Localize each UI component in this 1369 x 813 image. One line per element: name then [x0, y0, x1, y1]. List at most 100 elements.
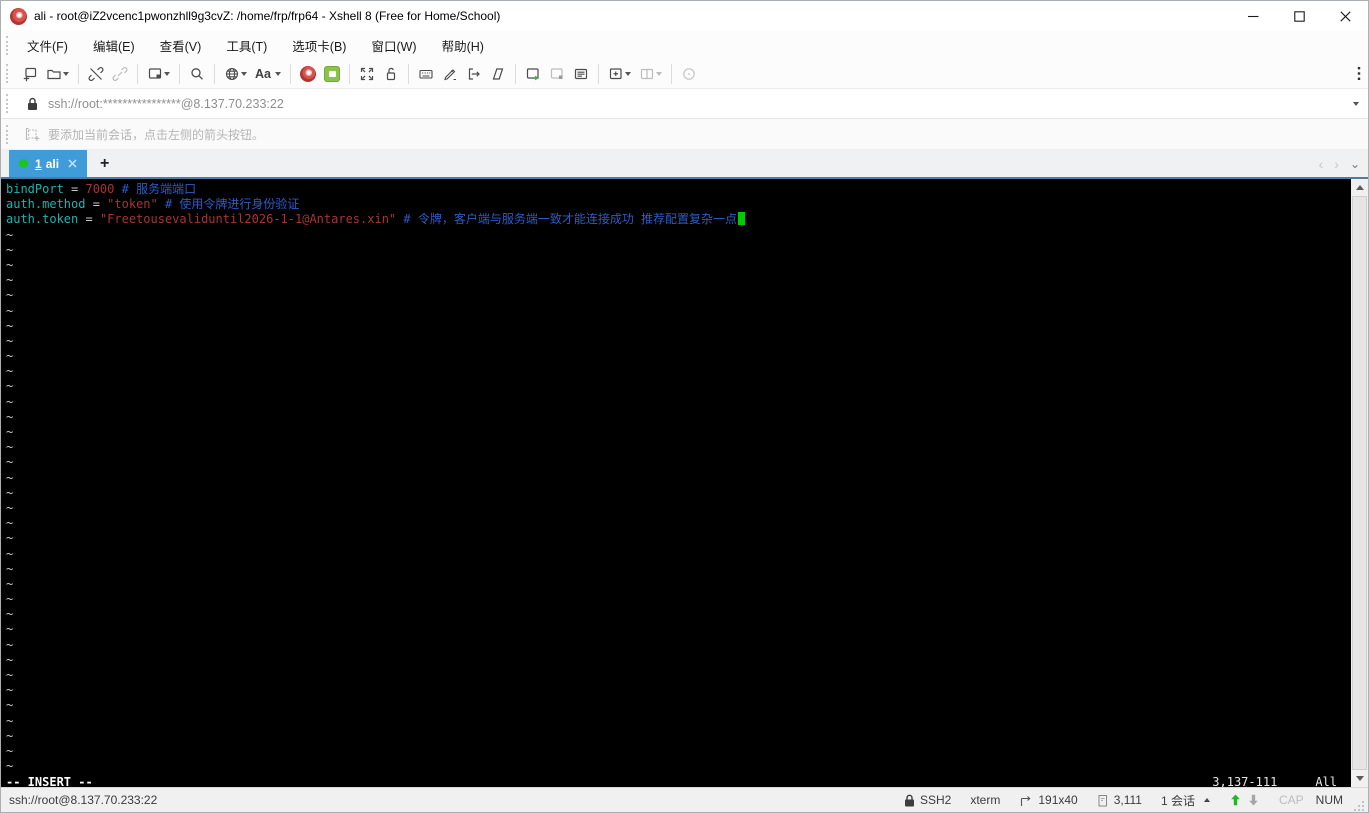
tab-number: 1 [35, 156, 42, 171]
toolbar-overflow-icon[interactable] [1354, 62, 1364, 86]
encoding-dropdown-icon[interactable] [241, 71, 247, 76]
toolbar-separator [407, 63, 409, 84]
toolbar-separator [78, 63, 79, 84]
fullscreen-icon[interactable] [356, 62, 378, 86]
new-session-dropdown-icon[interactable] [164, 71, 170, 76]
refresh-icon [678, 62, 700, 86]
vim-tilde-line: ~ [6, 333, 14, 348]
menu-file[interactable]: 文件(F) [18, 32, 77, 59]
vim-tilde-line: ~ [6, 349, 14, 364]
title-bar: ali - root@iZ2vcenc1pwonzhll9g3cvZ: /hom… [1, 1, 1368, 31]
download-arrow-icon [1249, 794, 1258, 806]
tab-list-dropdown-icon[interactable]: ⌄ [1350, 158, 1360, 170]
vim-tilde-line: ~ [6, 728, 14, 743]
address-input[interactable]: ssh://root:****************@8.137.70.233… [48, 97, 1352, 111]
terminal-line: auth.method = "token" # 使用令牌进行身份验证 [6, 197, 300, 212]
find-icon[interactable] [186, 62, 208, 86]
vim-tilde-line: ~ [6, 318, 14, 333]
hint-text: 要添加当前会话，点击左侧的箭头按钮。 [48, 127, 265, 142]
terminal-line: auth.token = "Freetousevaliduntil2026-1-… [6, 212, 1351, 227]
upload-arrow-icon [1231, 794, 1240, 806]
highlight-set-icon[interactable] [439, 62, 461, 86]
vim-mode: -- INSERT -- [6, 775, 93, 787]
session-properties-list-icon[interactable] [570, 62, 592, 86]
new-window-dropdown-icon[interactable] [624, 71, 631, 76]
hintbar-drag-grip[interactable] [6, 124, 12, 144]
menu-window[interactable]: 窗口(W) [362, 32, 425, 59]
vim-tilde-line: ~ [6, 242, 14, 257]
terminal-scrollbar[interactable] [1351, 179, 1368, 787]
addressbar-drag-grip[interactable] [6, 94, 12, 113]
disconnect-icon[interactable] [85, 62, 107, 86]
size-icon [1021, 795, 1031, 806]
reconnect-icon[interactable] [109, 62, 131, 86]
vim-tilde-line: ~ [6, 455, 14, 470]
tab-bar: 1 ali + ‹ › ⌄ [1, 150, 1368, 179]
vim-tilde-line: ~ [6, 607, 14, 622]
vim-tilde-line: ~ [6, 698, 14, 713]
menu-view[interactable]: 查看(V) [151, 32, 211, 59]
menubar-drag-grip[interactable] [6, 35, 12, 55]
toolbar-separator [137, 63, 138, 84]
vim-tilde-line: ~ [6, 759, 14, 774]
terminal-size-item: 191x40 [1019, 793, 1078, 807]
vim-tilde-line: ~ [6, 425, 14, 439]
encoding-globe-icon[interactable] [221, 62, 250, 86]
toolbar-drag-grip[interactable] [6, 64, 12, 83]
menu-bar: 文件(F) 编辑(E) 查看(V) 工具(T) 选项卡(B) 窗口(W) 帮助(… [1, 31, 1368, 59]
terminal-screen[interactable]: bindPort = 7000 # 服务端端口 auth.method = "to… [1, 179, 1368, 787]
toolbar: Aa [1, 59, 1368, 89]
vim-tilde-line: ~ [6, 637, 14, 652]
open-session-dropdown-icon[interactable] [63, 71, 69, 76]
vim-tilde-line: ~ [6, 379, 14, 394]
run-script-icon[interactable] [487, 62, 509, 86]
xftp-logo-icon[interactable] [321, 62, 343, 86]
terminal-lines: bindPort = 7000 # 服务端端口 auth.method = "to… [6, 182, 1351, 228]
new-session-dialog-icon[interactable] [144, 62, 173, 86]
duplicate-terminal-icon[interactable] [546, 62, 568, 86]
tab-close-icon[interactable] [68, 159, 77, 168]
ssh-lock-icon [904, 794, 914, 806]
maximize-button[interactable] [1276, 1, 1322, 31]
logging-icon[interactable] [463, 62, 485, 86]
connection-status: ssh://root@8.137.70.233:22 [9, 793, 158, 807]
vim-tilde-line: ~ [6, 288, 14, 303]
minimize-button[interactable] [1230, 1, 1276, 31]
split-window-icon[interactable] [636, 62, 665, 86]
cursor-position-item: 3,111 [1097, 793, 1142, 807]
font-dropdown-icon[interactable] [274, 71, 281, 76]
vim-tilde-line: ~ [6, 668, 14, 682]
address-dropdown-icon[interactable] [1353, 101, 1359, 106]
menu-tools[interactable]: 工具(T) [217, 32, 276, 59]
close-button[interactable] [1322, 1, 1368, 31]
lock-screen-icon[interactable] [380, 62, 402, 86]
menu-edit[interactable]: 编辑(E) [84, 32, 144, 59]
window-controls [1230, 1, 1368, 31]
tab-ali[interactable]: 1 ali [9, 150, 88, 177]
toolbar-separator [289, 63, 291, 84]
vim-ruler: 3,137-111 [1212, 775, 1278, 787]
cursor-position-icon [1098, 794, 1107, 806]
new-window-icon[interactable] [605, 62, 634, 86]
xagent-logo-icon[interactable] [297, 62, 319, 86]
toolbar-separator [514, 63, 516, 84]
menu-help[interactable]: 帮助(H) [433, 32, 493, 59]
toolbar-separator [348, 63, 350, 84]
new-tab-button[interactable]: + [100, 155, 109, 172]
vim-tilde-line: ~ [6, 546, 14, 561]
scroll-down-icon[interactable] [1351, 770, 1368, 787]
scroll-up-icon[interactable] [1351, 179, 1368, 196]
resize-grip-icon[interactable] [1353, 800, 1365, 812]
session-count-item[interactable]: 1 会话 [1161, 792, 1210, 809]
scrollbar-thumb[interactable] [1352, 196, 1367, 770]
font-icon[interactable]: Aa [252, 62, 284, 86]
new-session-icon[interactable] [19, 62, 41, 86]
num-lock-indicator: NUM [1315, 793, 1343, 807]
tab-connected-dot-icon [19, 159, 28, 168]
menu-tab[interactable]: 选项卡(B) [283, 32, 355, 59]
open-session-icon[interactable] [43, 62, 72, 86]
new-terminal-icon[interactable] [522, 62, 544, 86]
tab-scroll-right-icon: › [1334, 155, 1339, 172]
vim-tilde-line: ~ [6, 713, 14, 728]
compose-bar-icon[interactable] [415, 62, 437, 86]
